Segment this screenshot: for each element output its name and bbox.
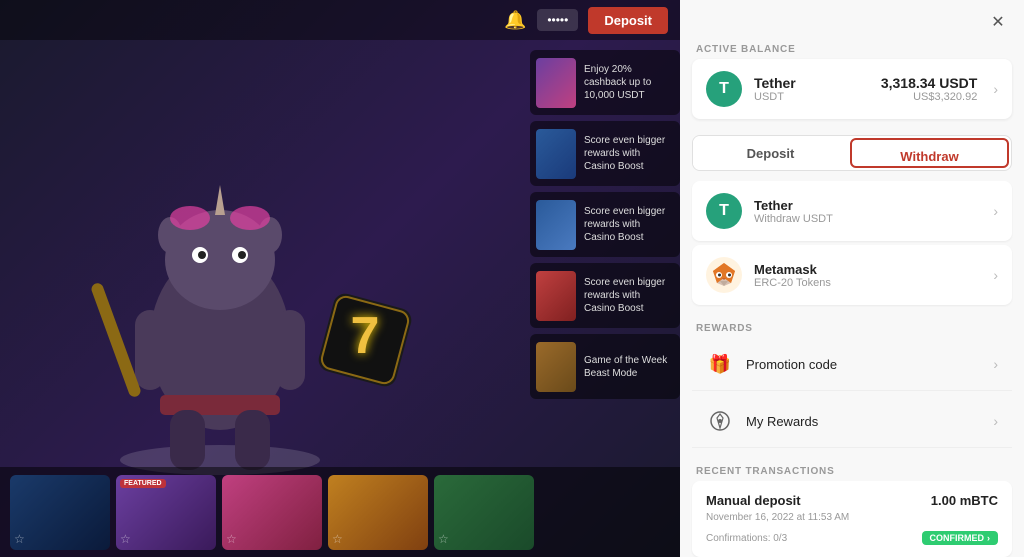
tx-confirmations: Confirmations: 0/3 — [706, 533, 787, 544]
tx-amount: 1.00 mBTC — [931, 493, 998, 508]
metamask-fox-icon — [709, 261, 739, 289]
game-thumb[interactable]: ☆ — [10, 475, 110, 550]
promo-card[interactable]: Score even bigger rewards with Casino Bo… — [530, 263, 680, 328]
promo-cards-list: Enjoy 20% cashback up to 10,000 USDT Sco… — [530, 50, 680, 399]
active-balance-label: ACTIVE BALANCE — [680, 38, 1024, 59]
tx-footer: Confirmations: 0/3 CONFIRMED › — [706, 531, 998, 545]
tx-date: November 16, 2022 at 11:53 AM — [706, 512, 998, 523]
star-icon: ☆ — [226, 532, 237, 546]
promo-thumb — [536, 271, 576, 321]
game-background: 🔔 ••••• Deposit — [0, 0, 680, 557]
shield-check-icon — [709, 410, 731, 432]
metamask-chevron-icon: › — [993, 267, 998, 283]
game-thumb[interactable]: ☆ — [328, 475, 428, 550]
promo-text: Score even bigger rewards with Casino Bo… — [584, 276, 674, 315]
chevron-right-icon: › — [993, 81, 998, 97]
user-balance: ••••• — [537, 9, 578, 31]
promo-text: Enjoy 20% cashback up to 10,000 USDT — [584, 63, 674, 102]
gift-icon: 🎁 — [706, 350, 734, 378]
my-rewards-item[interactable]: My Rewards › — [692, 395, 1012, 448]
game-thumbnails: ☆ FEATURED ☆ ☆ ☆ ☆ — [0, 467, 680, 557]
close-button[interactable]: ✕ — [986, 10, 1010, 34]
game-thumb[interactable]: FEATURED ☆ — [116, 475, 216, 550]
balance-info: Tether USDT — [754, 75, 869, 103]
check-icon: › — [987, 533, 990, 543]
tether-method-name: Tether — [754, 198, 981, 213]
rewards-label: REWARDS — [680, 317, 1024, 338]
diamond-seven: 7 — [310, 285, 420, 395]
currency-name: Tether — [754, 75, 869, 91]
promo-text: Score even bigger rewards with Casino Bo… — [584, 134, 674, 173]
top-bar: 🔔 ••••• Deposit — [0, 0, 680, 40]
confirmed-badge: CONFIRMED › — [922, 531, 999, 545]
tether-method[interactable]: T Tether Withdraw USDT › — [692, 181, 1012, 241]
sidebar-panel: ✕ ACTIVE BALANCE T Tether USDT 3,318.34 … — [680, 0, 1024, 557]
deposit-tab[interactable]: Deposit — [693, 136, 848, 170]
promo-thumb — [536, 200, 576, 250]
tether-method-info: Tether Withdraw USDT — [754, 198, 981, 225]
game-thumb[interactable]: ☆ — [222, 475, 322, 550]
promo-text: Game of the Week Beast Mode — [584, 354, 674, 380]
currency-symbol: USDT — [754, 91, 869, 103]
deposit-withdraw-toggle: Deposit Withdraw — [692, 135, 1012, 171]
withdraw-tab[interactable]: Withdraw — [850, 138, 1009, 168]
tx-name: Manual deposit — [706, 493, 801, 508]
metamask-method-info: Metamask ERC-20 Tokens — [754, 262, 981, 289]
recent-tx-label: RECENT TRANSACTIONS — [680, 460, 1024, 481]
tether-method-icon: T — [706, 193, 742, 229]
metamask-method-sub: ERC-20 Tokens — [754, 277, 981, 289]
transaction-card: Manual deposit 1.00 mBTC November 16, 20… — [692, 481, 1012, 557]
rewards-chevron-icon: › — [993, 413, 998, 429]
promo-thumb — [536, 129, 576, 179]
promotion-code-label: Promotion code — [746, 357, 981, 372]
tether-balance-icon: T — [706, 71, 742, 107]
promo-card[interactable]: Score even bigger rewards with Casino Bo… — [530, 121, 680, 186]
promo-card[interactable]: Enjoy 20% cashback up to 10,000 USDT — [530, 50, 680, 115]
metamask-method-name: Metamask — [754, 262, 981, 277]
tether-method-sub: Withdraw USDT — [754, 213, 981, 225]
balance-usd-value: US$3,320.92 — [881, 91, 978, 103]
star-icon: ☆ — [14, 532, 25, 546]
balance-amount: 3,318.34 USDT US$3,320.92 — [881, 75, 978, 103]
balance-main-value: 3,318.34 USDT — [881, 75, 978, 91]
star-icon: ☆ — [120, 532, 131, 546]
notifications-icon[interactable]: 🔔 — [503, 8, 527, 32]
hero-area: 7 — [20, 60, 420, 480]
promotion-chevron-icon: › — [993, 356, 998, 372]
promo-card[interactable]: Score even bigger rewards with Casino Bo… — [530, 192, 680, 257]
reward-bell-icon — [706, 407, 734, 435]
star-icon: ☆ — [332, 532, 343, 546]
my-rewards-label: My Rewards — [746, 414, 981, 429]
close-row: ✕ — [680, 0, 1024, 38]
deposit-button[interactable]: Deposit — [588, 7, 668, 34]
promotion-code-item[interactable]: 🎁 Promotion code › — [692, 338, 1012, 391]
metamask-method[interactable]: Metamask ERC-20 Tokens › — [692, 245, 1012, 305]
promo-card[interactable]: Game of the Week Beast Mode — [530, 334, 680, 399]
tether-chevron-icon: › — [993, 203, 998, 219]
svg-text:7: 7 — [351, 307, 380, 365]
metamask-method-icon — [706, 257, 742, 293]
promo-thumb — [536, 342, 576, 392]
game-thumb[interactable]: ☆ — [434, 475, 534, 550]
tx-header: Manual deposit 1.00 mBTC — [706, 493, 998, 508]
star-icon: ☆ — [438, 532, 449, 546]
balance-card[interactable]: T Tether USDT 3,318.34 USDT US$3,320.92 … — [692, 59, 1012, 119]
promo-text: Score even bigger rewards with Casino Bo… — [584, 205, 674, 244]
promo-thumb — [536, 58, 576, 108]
featured-badge: FEATURED — [120, 479, 166, 488]
